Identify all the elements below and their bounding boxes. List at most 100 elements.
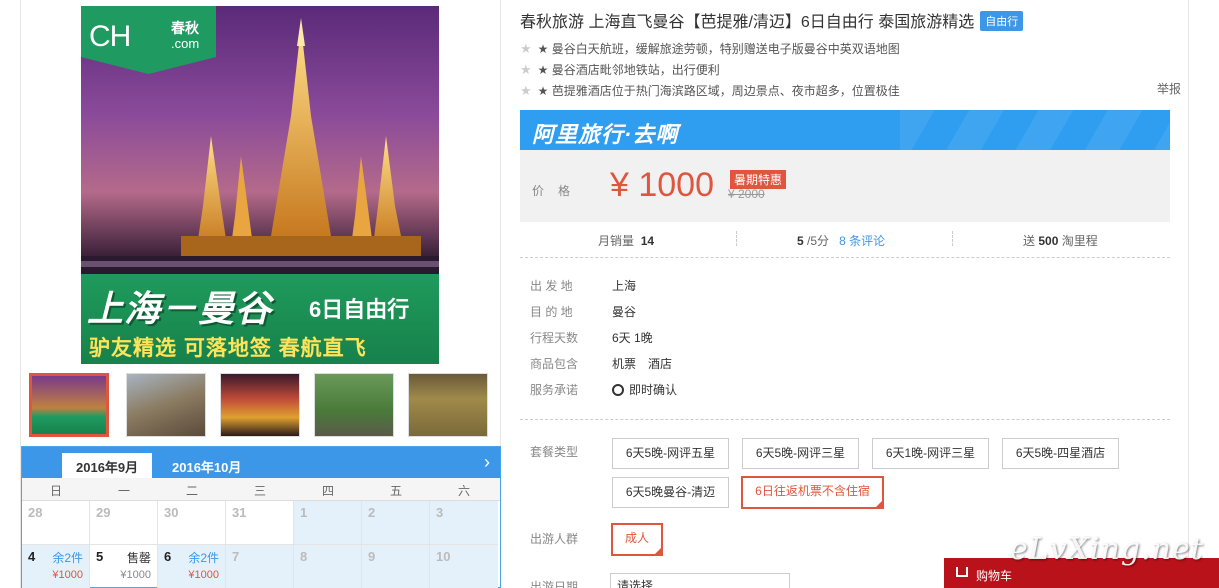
weekday: 五: [389, 484, 402, 498]
thumbnail-4[interactable]: [314, 373, 394, 437]
price-label: 价格: [532, 184, 585, 198]
day-price: ¥1000: [52, 569, 83, 581]
package-label: 套餐类型: [530, 445, 579, 459]
info-key: 目 的 地: [530, 305, 573, 319]
divider: [952, 231, 953, 246]
day-number: 1: [300, 505, 308, 520]
weekday: 日: [49, 484, 62, 498]
price-panel: 阿里旅行·去啊 价格 ¥ 1000 暑期特惠 ¥ 2000: [520, 110, 1170, 222]
feature-item: ★ ★ 芭提雅酒店位于热门海滨路区域，周边景点、夜市超多，位置极佳: [520, 80, 1180, 101]
star-icon: ★: [520, 41, 532, 56]
rating: 5 /5分 8 条评论: [797, 232, 885, 249]
calendar-day: 29: [90, 501, 158, 545]
date-picker[interactable]: 请选择: [610, 573, 790, 588]
weekday: 六: [457, 484, 470, 498]
banner-slogan: 驴友精选 可落地签 春航直飞: [89, 337, 367, 360]
feature-text: ★ 曼谷酒店毗邻地铁站，出行便利: [537, 63, 720, 77]
calendar-day: 7: [226, 545, 294, 588]
thumbnail-strip: [29, 373, 499, 437]
thumbnail-2[interactable]: [126, 373, 206, 437]
crowd-option-adult[interactable]: 成人: [611, 523, 663, 556]
calendar-day: 31: [226, 501, 294, 545]
promo-bar: 阿里旅行·去啊: [520, 110, 1170, 150]
day-number: 29: [96, 505, 111, 520]
package-option[interactable]: 6天5晚-网评五星: [612, 438, 729, 469]
feature-text: ★ 芭提雅酒店位于热门海滨路区域，周边景点、夜市超多，位置极佳: [537, 84, 900, 98]
points-value: 500: [1038, 234, 1059, 248]
weekday: 四: [321, 484, 334, 498]
banner-route: 上海－曼谷: [87, 288, 273, 329]
monthly-sales: 月销量 14: [598, 232, 654, 249]
feature-text: ★ 曼谷白天航班，缓解旅途劳顿，特别赠送电子版曼谷中英双语地图: [537, 42, 900, 56]
feature-item: ★ ★ 曼谷白天航班，缓解旅途劳顿，特别赠送电子版曼谷中英双语地图: [520, 38, 1180, 59]
package-option[interactable]: 6天5晚-四星酒店: [1002, 438, 1119, 469]
report-link[interactable]: 举报: [1157, 80, 1181, 97]
crowd-label: 出游人群: [530, 532, 579, 546]
day-number: 8: [300, 549, 308, 564]
calendar-day-available[interactable]: 6 余2件 ¥1000: [158, 545, 226, 588]
day-number: 7: [232, 549, 240, 564]
promo-decoration: [900, 110, 1170, 150]
type-badge: 自由行: [980, 11, 1024, 31]
day-number: 30: [164, 505, 179, 520]
image-banner: 上海－曼谷 6日自由行 驴友精选 可落地签 春航直飞: [81, 274, 439, 364]
calendar-day: 1: [294, 501, 362, 545]
calendar-header: 2016年9月 2016年10月 ›: [22, 447, 500, 478]
info-key: 行程天数: [530, 331, 579, 345]
package-option-selected[interactable]: 6日往返机票不含住宿: [741, 476, 884, 509]
day-number: 2: [368, 505, 376, 520]
date-label: 出游日期: [530, 580, 579, 588]
info-value: 6天 1晚: [612, 331, 653, 345]
thumbnail-1[interactable]: [29, 373, 109, 437]
calendar-day: 3: [430, 501, 498, 545]
feature-list: ★ ★ 曼谷白天航班，缓解旅途劳顿，特别赠送电子版曼谷中英双语地图 ★ ★ 曼谷酒店…: [520, 38, 1180, 101]
sales-count: 14: [640, 234, 655, 248]
star-icon: ★: [520, 83, 532, 98]
watermark: eLvXing.net: [1010, 532, 1204, 567]
original-price: ¥ 2000: [728, 187, 765, 201]
rating-score: 5: [797, 234, 804, 248]
logo-cn: 春秋: [171, 20, 199, 36]
day-number: 31: [232, 505, 247, 520]
star-icon: ★: [520, 62, 532, 77]
package-option[interactable]: 6天1晚-网评三星: [872, 438, 989, 469]
tab-month-next[interactable]: 2016年10月: [158, 453, 255, 478]
banner-days: 6日自由行: [309, 297, 410, 322]
chevron-right-icon[interactable]: ›: [484, 452, 490, 473]
check-circle-icon: [612, 384, 624, 396]
day-number: 9: [368, 549, 376, 564]
tab-month-current[interactable]: 2016年9月: [62, 453, 153, 478]
calendar-day: 28: [22, 501, 90, 545]
product-gallery: CH 春秋 .com 上海－曼谷 6日自由行 驴友精选 可落地签 春航直飞 20…: [20, 0, 501, 588]
calendar-weekdays: 日 一 二 三 四 五 六: [22, 478, 500, 501]
package-option[interactable]: 6天5晚曼谷-清迈: [612, 477, 729, 508]
logo-latin: CH: [89, 20, 131, 53]
cart-label: 购物车: [976, 569, 1013, 583]
points-reward: 送 500 淘里程: [1023, 232, 1098, 249]
product-title-text: 春秋旅游 上海直飞曼谷【芭提雅/清迈】6日自由行 泰国旅游精选: [520, 14, 975, 31]
package-option[interactable]: 6天5晚-网评三星: [742, 438, 859, 469]
calendar-day: 9: [362, 545, 430, 588]
current-price: ¥ 1000: [610, 166, 714, 204]
day-number: 28: [28, 505, 43, 520]
day-number: 6: [164, 549, 172, 564]
page-border: [1188, 0, 1189, 588]
logo-com: .com: [171, 36, 200, 51]
product-title: 春秋旅游 上海直飞曼谷【芭提雅/清迈】6日自由行 泰国旅游精选 自由行: [520, 8, 1024, 32]
day-number: 3: [436, 505, 444, 520]
calendar-day-available[interactable]: 4 余2件 ¥1000: [22, 545, 90, 588]
reviews-link[interactable]: 8 条评论: [839, 234, 885, 248]
sales-stats: 月销量 14 5 /5分 8 条评论 送 500 淘里程: [520, 228, 1170, 258]
feature-item: ★ ★ 曼谷酒店毗邻地铁站，出行便利: [520, 59, 1180, 80]
weekday: 一: [117, 484, 130, 498]
info-value: 即时确认: [612, 381, 677, 398]
day-stock: 售罄: [126, 551, 151, 565]
thumbnail-5[interactable]: [408, 373, 488, 437]
points-prefix: 送: [1023, 234, 1036, 248]
thumbnail-3[interactable]: [220, 373, 300, 437]
day-number: 5: [96, 549, 104, 564]
weekday: 二: [185, 484, 198, 498]
rating-suffix: /5分: [807, 234, 830, 248]
divider: [736, 231, 737, 246]
calendar-day-soldout: 5 售罄 ¥1000: [90, 545, 158, 588]
